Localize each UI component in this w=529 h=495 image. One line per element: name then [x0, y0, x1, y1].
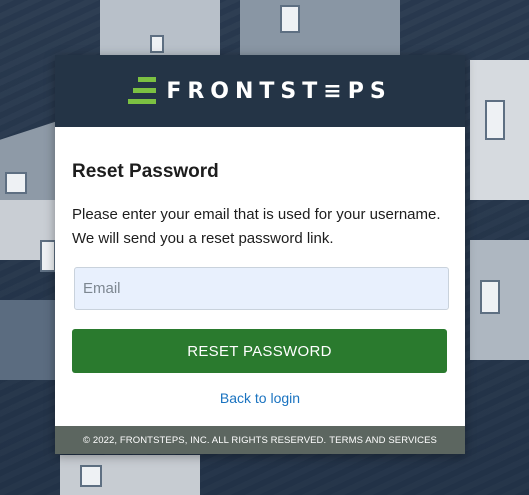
- background-roof: [240, 0, 400, 55]
- page-title: Reset Password: [72, 161, 219, 182]
- logo-text: FRONTST≡PS: [166, 78, 392, 104]
- card-footer: © 2022, FRONTSTEPS, INC. ALL RIGHTS RESE…: [55, 426, 465, 454]
- card-header: FRONTST≡PS: [55, 55, 465, 127]
- background-window: [480, 280, 500, 314]
- terms-link[interactable]: TERMS AND SERVICES: [329, 435, 437, 446]
- background-window: [280, 5, 300, 33]
- background-window: [40, 240, 56, 272]
- back-to-login-link[interactable]: Back to login: [72, 390, 448, 406]
- background-window: [150, 35, 164, 53]
- card-body: Reset Password Please enter your email t…: [55, 127, 465, 406]
- instructions-text: Please enter your email that is used for…: [72, 206, 441, 247]
- frontsteps-logo-icon: [128, 77, 157, 105]
- copyright-text: © 2022, FRONTSTEPS, INC. ALL RIGHTS RESE…: [83, 434, 327, 446]
- background-window: [485, 100, 505, 140]
- frontsteps-logo: FRONTST≡PS: [128, 77, 391, 105]
- reset-password-card: FRONTST≡PS Reset Password Please enter y…: [55, 55, 465, 454]
- email-input[interactable]: [74, 267, 449, 310]
- background-window: [5, 172, 27, 194]
- background-roof: [0, 300, 60, 380]
- background-window: [80, 465, 102, 487]
- reset-password-button[interactable]: RESET PASSWORD: [72, 329, 447, 373]
